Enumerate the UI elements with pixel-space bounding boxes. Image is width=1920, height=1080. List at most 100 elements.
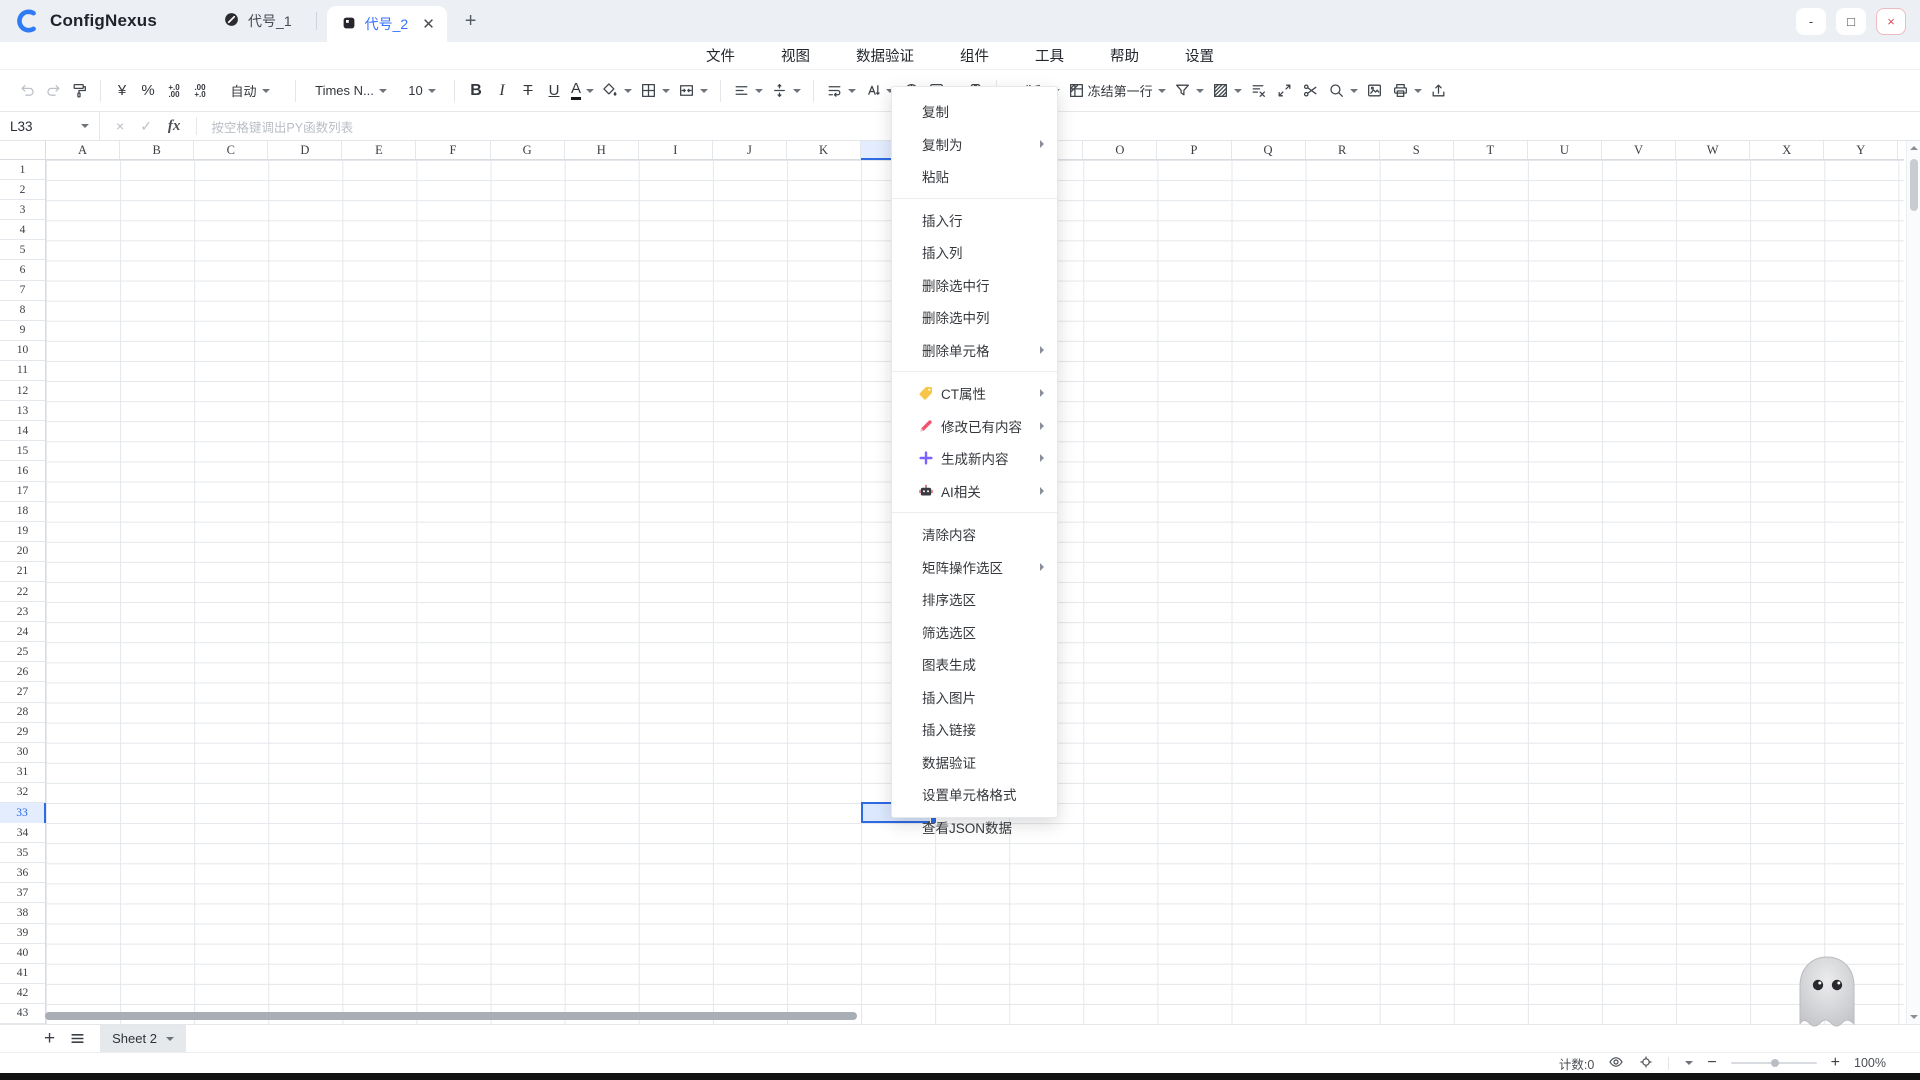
context-menu-item[interactable]: 插入列 bbox=[892, 236, 1057, 269]
row-header-21[interactable]: 21 bbox=[0, 562, 45, 582]
column-header-U[interactable]: U bbox=[1528, 141, 1602, 159]
menubar-item-6[interactable]: 帮助 bbox=[1110, 45, 1139, 66]
search-button[interactable] bbox=[1324, 76, 1362, 106]
context-menu-item[interactable]: AI相关 bbox=[892, 475, 1057, 508]
column-header-B[interactable]: B bbox=[120, 141, 194, 159]
align-horizontal-button[interactable] bbox=[729, 76, 767, 106]
font-color-button[interactable]: A bbox=[567, 76, 598, 106]
currency-button[interactable]: ¥ bbox=[109, 76, 135, 106]
vertical-scrollbar-thumb[interactable] bbox=[1910, 159, 1918, 211]
format-painter-button[interactable] bbox=[66, 76, 92, 106]
column-header-J[interactable]: J bbox=[713, 141, 787, 159]
column-header-P[interactable]: P bbox=[1157, 141, 1231, 159]
column-header-F[interactable]: F bbox=[416, 141, 490, 159]
context-menu-item[interactable]: 插入链接 bbox=[892, 713, 1057, 746]
undo-button[interactable] bbox=[14, 76, 40, 106]
row-header-8[interactable]: 8 bbox=[0, 301, 45, 321]
context-menu-item[interactable]: 图表生成 bbox=[892, 648, 1057, 681]
row-header-39[interactable]: 39 bbox=[0, 924, 45, 944]
row-header-35[interactable]: 35 bbox=[0, 843, 45, 863]
column-header-I[interactable]: I bbox=[639, 141, 713, 159]
redo-button[interactable] bbox=[40, 76, 66, 106]
context-menu-item[interactable]: 修改已有内容 bbox=[892, 410, 1057, 443]
upload-button[interactable] bbox=[1426, 76, 1452, 106]
new-tab-button[interactable]: + bbox=[465, 10, 477, 33]
font-family-button[interactable]: Times N... bbox=[304, 76, 398, 106]
eye-icon[interactable] bbox=[1608, 1054, 1624, 1073]
row-header-37[interactable]: 37 bbox=[0, 883, 45, 903]
zoom-slider[interactable] bbox=[1731, 1062, 1817, 1064]
freeze-button[interactable]: 冻结第一行 bbox=[1064, 76, 1170, 106]
row-header-25[interactable]: 25 bbox=[0, 642, 45, 662]
menubar-item-1[interactable]: 文件 bbox=[706, 45, 735, 66]
row-header-38[interactable]: 38 bbox=[0, 903, 45, 923]
menubar-item-3[interactable]: 数据验证 bbox=[856, 45, 914, 66]
column-header-A[interactable]: A bbox=[46, 141, 120, 159]
context-menu-item[interactable]: 复制 bbox=[892, 95, 1057, 128]
row-header-28[interactable]: 28 bbox=[0, 703, 45, 723]
row-header-3[interactable]: 3 bbox=[0, 200, 45, 220]
screenshot-button[interactable] bbox=[1362, 76, 1388, 106]
text-wrap-button[interactable] bbox=[822, 76, 860, 106]
context-menu-item[interactable]: 设置单元格格式 bbox=[892, 778, 1057, 811]
context-menu-item[interactable]: 插入图片 bbox=[892, 681, 1057, 714]
confirm-entry-icon[interactable]: ✓ bbox=[140, 118, 152, 135]
percent-button[interactable]: % bbox=[135, 76, 161, 106]
row-header-26[interactable]: 26 bbox=[0, 662, 45, 682]
zoom-out-button[interactable]: − bbox=[1707, 1055, 1716, 1071]
row-header-5[interactable]: 5 bbox=[0, 240, 45, 260]
row-header-9[interactable]: 9 bbox=[0, 321, 45, 341]
menubar-item-4[interactable]: 组件 bbox=[960, 45, 989, 66]
row-header-23[interactable]: 23 bbox=[0, 602, 45, 622]
context-menu-item[interactable]: 数据验证 bbox=[892, 746, 1057, 779]
row-header-19[interactable]: 19 bbox=[0, 522, 45, 542]
column-header-D[interactable]: D bbox=[268, 141, 342, 159]
row-header-12[interactable]: 12 bbox=[0, 381, 45, 401]
row-header-24[interactable]: 24 bbox=[0, 622, 45, 642]
number-format-button[interactable]: 自动 bbox=[213, 76, 287, 106]
column-header-G[interactable]: G bbox=[491, 141, 565, 159]
increase-decimal-button[interactable]: +.0 .00 bbox=[161, 76, 187, 106]
column-header-T[interactable]: T bbox=[1454, 141, 1528, 159]
context-menu-item[interactable]: 复制为 bbox=[892, 128, 1057, 161]
row-header-16[interactable]: 16 bbox=[0, 461, 45, 481]
context-menu-item[interactable]: 矩阵操作选区 bbox=[892, 551, 1057, 584]
column-header-E[interactable]: E bbox=[342, 141, 416, 159]
doc-tab-2[interactable]: 代号_2 ✕ bbox=[327, 6, 447, 42]
row-header-29[interactable]: 29 bbox=[0, 723, 45, 743]
row-header-2[interactable]: 2 bbox=[0, 180, 45, 200]
row-header-18[interactable]: 18 bbox=[0, 502, 45, 522]
column-header-Q[interactable]: Q bbox=[1232, 141, 1306, 159]
cancel-entry-icon[interactable]: × bbox=[116, 118, 124, 134]
strikethrough-button[interactable]: T bbox=[515, 76, 541, 106]
row-header-31[interactable]: 31 bbox=[0, 763, 45, 783]
print-button[interactable] bbox=[1388, 76, 1426, 106]
zoom-slider-handle[interactable] bbox=[1771, 1059, 1779, 1067]
context-menu-item[interactable]: 生成新内容 bbox=[892, 442, 1057, 475]
menubar-item-2[interactable]: 视图 bbox=[781, 45, 810, 66]
clear-format-button[interactable] bbox=[1246, 76, 1272, 106]
row-header-32[interactable]: 32 bbox=[0, 783, 45, 803]
context-menu-item[interactable]: 排序选区 bbox=[892, 583, 1057, 616]
close-button[interactable]: × bbox=[1876, 8, 1906, 35]
column-header-W[interactable]: W bbox=[1676, 141, 1750, 159]
crosshair-icon[interactable] bbox=[1638, 1054, 1654, 1073]
row-header-27[interactable]: 27 bbox=[0, 682, 45, 702]
column-header-Y[interactable]: Y bbox=[1824, 141, 1898, 159]
context-menu-item[interactable]: 粘贴 bbox=[892, 160, 1057, 193]
cell-reference-box[interactable]: L33 bbox=[0, 112, 100, 140]
context-menu-item[interactable]: 插入行 bbox=[892, 204, 1057, 237]
row-header-20[interactable]: 20 bbox=[0, 542, 45, 562]
row-header-15[interactable]: 15 bbox=[0, 441, 45, 461]
column-header-R[interactable]: R bbox=[1306, 141, 1380, 159]
row-header-6[interactable]: 6 bbox=[0, 260, 45, 280]
context-menu-item[interactable]: 查看JSON数据 bbox=[892, 811, 1057, 844]
row-header-40[interactable]: 40 bbox=[0, 944, 45, 964]
row-header-17[interactable]: 17 bbox=[0, 482, 45, 502]
menubar-item-5[interactable]: 工具 bbox=[1035, 45, 1064, 66]
context-menu-item[interactable]: 筛选选区 bbox=[892, 616, 1057, 649]
sheet-tab[interactable]: Sheet 2 bbox=[100, 1025, 186, 1052]
row-header-36[interactable]: 36 bbox=[0, 863, 45, 883]
row-header-14[interactable]: 14 bbox=[0, 421, 45, 441]
column-header-O[interactable]: O bbox=[1083, 141, 1157, 159]
